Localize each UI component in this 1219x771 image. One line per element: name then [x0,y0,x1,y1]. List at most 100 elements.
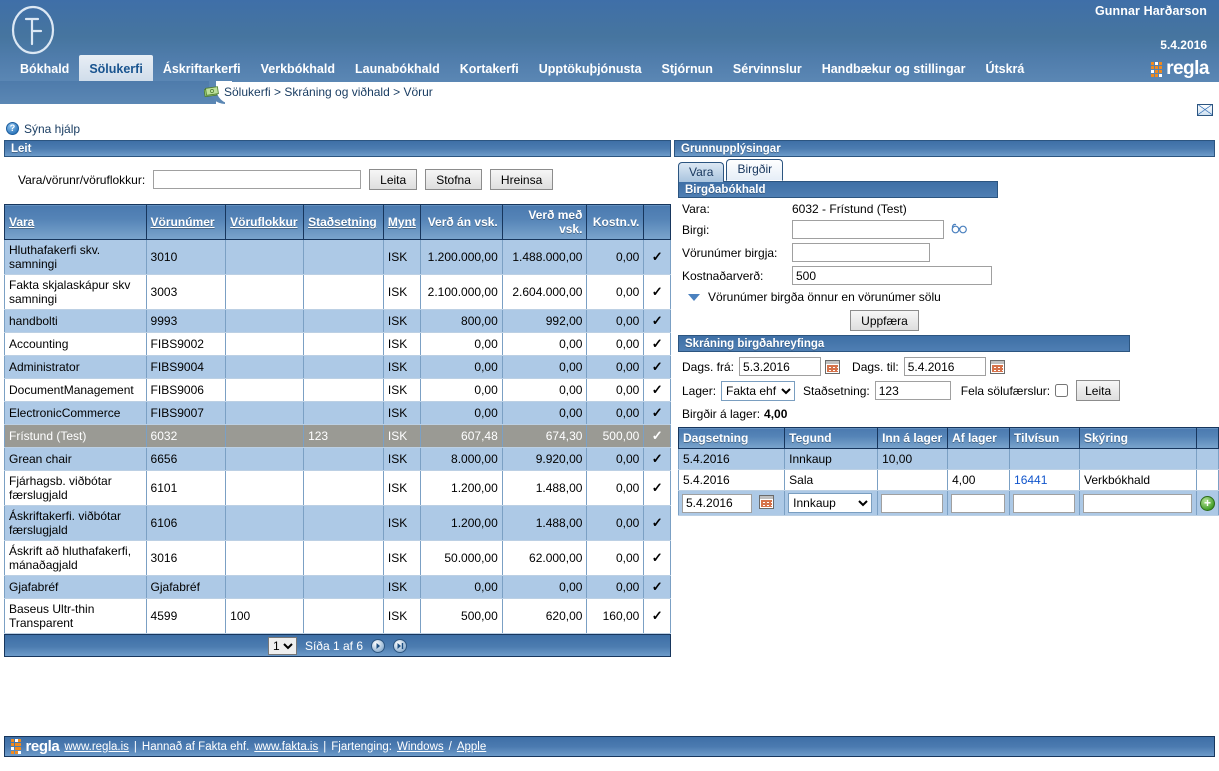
new-tilvisun-input[interactable] [1013,493,1076,513]
movements-search-button[interactable]: Leita [1076,380,1121,401]
new-type-select[interactable]: Innkaup [788,493,873,513]
cell-verd-an: 0,00 [419,378,503,402]
new-date-input[interactable] [682,493,752,513]
table-row[interactable]: Fakta skjalaskápur skv samningi 3003 ISK… [4,274,671,310]
hide-sales-checkbox[interactable] [1055,384,1069,397]
create-button[interactable]: Stofna [425,169,482,190]
next-page-icon[interactable] [371,638,386,653]
nav-item-handbaekur[interactable]: Handbækur og stillingar [812,55,976,82]
update-button[interactable]: Uppfæra [850,310,919,331]
cell-mynt: ISK [382,447,421,471]
cell-verd-med: 1.488.000,00 [501,239,588,275]
check-icon: ✓ [643,309,671,333]
birgi-label: Birgi: [682,222,710,237]
cell-tilvisun-link[interactable]: 16441 [1009,469,1080,491]
search-input[interactable] [153,170,362,189]
col-mynt[interactable]: Mynt [382,204,421,240]
expand-supplier-row[interactable]: Vörunúmer birgða önnur en vörunúmer sölu [682,290,1211,304]
search-button[interactable]: Leita [369,169,418,190]
search-section-title: Leit [4,140,671,157]
fakta-site-link[interactable]: www.fakta.is [254,741,318,753]
nav-item-upptokuthjonusta[interactable]: Upptökuþjónusta [529,55,652,82]
col-status [643,204,671,240]
cell-vara: DocumentManagement [4,378,147,402]
cell-vorunumer: FIBS9002 [145,332,227,356]
table-row[interactable]: Áskrift að hluthafakerfi, mánaðagjald 30… [4,540,671,576]
table-row[interactable]: Hluthafakerfi skv. samningi 3010 ISK 1.2… [4,239,671,275]
col-vorunumer[interactable]: Vörunúmer [145,204,227,240]
nav-item-stjornun[interactable]: Stjórnun [652,55,723,82]
table-row[interactable]: Grean chair 6656 ISK 8.000,00 9.920,00 0… [4,447,671,471]
clear-button[interactable]: Hreinsa [489,169,554,190]
table-row[interactable]: Baseus Ultr-thin Transparent 4599 100 IS… [4,598,671,634]
movements-grid-body: 5.4.2016 Innkaup 10,00 5.4.2016 Sala 4,0… [677,448,1219,516]
calendar-icon-new[interactable] [759,495,775,509]
cell-tegund: Sala [784,469,879,491]
detail-tabs: Vara Birgðir [674,159,1215,182]
table-row[interactable]: Fjárhagsb. viðbótar færslugjald 6101 ISK… [4,470,671,506]
chevron-down-icon[interactable] [688,293,700,301]
regla-site-link[interactable]: www.regla.is [64,741,129,753]
add-icon[interactable]: + [1199,495,1215,511]
cell-voruflokkur [225,378,305,402]
location-input[interactable] [874,381,951,400]
nav-item-kortakerfi[interactable]: Kortakerfi [450,55,529,82]
windows-remote-link[interactable]: Windows [397,741,444,753]
tab-vara[interactable]: Vara [678,162,725,182]
stock-row: Birgðir á lager: 4,00 [682,407,1211,421]
table-row[interactable]: Áskriftakerfi. viðbótar færslugjald 6106… [4,505,671,541]
cell-af [947,448,1011,470]
table-row[interactable]: ElectronicCommerce FIBS9007 ISK 0,00 0,0… [4,401,671,425]
nav-item-verkbokhald[interactable]: Verkbókhald [251,55,345,82]
birgi-row: Birgi: [682,220,1211,239]
birgi-input[interactable] [792,220,944,239]
table-row-selected[interactable]: Frístund (Test) 6032 123 ISK 607,48 674,… [4,424,671,448]
table-row[interactable]: handbolti 9993 ISK 800,00 992,00 0,00 ✓ [4,309,671,333]
remote-label: Fjartenging: [331,740,392,753]
nav-item-solukerfi[interactable]: Sölukerfi [79,55,153,82]
new-skyring-input[interactable] [1083,493,1192,513]
calendar-icon-to[interactable] [989,359,1005,374]
table-row[interactable]: 5.4.2016 Sala 4,00 16441 Verkbókhald [677,469,1219,491]
page-select[interactable]: 1 [267,636,297,655]
fakta-logo-icon [10,5,56,55]
col-tilvisun: Tilvísun [1009,427,1080,449]
table-row[interactable]: Administrator FIBS9004 ISK 0,00 0,00 0,0… [4,355,671,379]
lookup-glasses-icon[interactable] [951,222,968,237]
col-voruflokkur[interactable]: Vöruflokkur [225,204,305,240]
cell-vara: Grean chair [4,447,147,471]
new-inn-input[interactable] [881,493,944,513]
table-row[interactable]: Accounting FIBS9002 ISK 0,00 0,00 0,00 ✓ [4,332,671,356]
update-row: Uppfæra [678,310,1211,331]
warehouse-select[interactable]: Fakta ehf [721,380,796,401]
show-help-link[interactable]: Sýna hjálp [24,122,80,136]
calendar-icon-from[interactable] [825,359,841,374]
nav-item-askriftarkerfi[interactable]: Áskriftarkerfi [153,55,251,82]
movements-grid-header: Dagsetning Tegund Inn á lager Af lager T… [677,427,1219,449]
check-icon: ✓ [643,598,671,634]
table-row[interactable]: Gjafabréf Gjafabréf ISK 0,00 0,00 0,00 ✓ [4,575,671,599]
apple-remote-link[interactable]: Apple [457,741,486,753]
nav-item-bokhald[interactable]: Bókhald [10,55,79,82]
cell-verd-med: 0,00 [501,378,588,402]
new-af-input[interactable] [951,493,1006,513]
date-to-input[interactable] [903,357,986,376]
col-vara[interactable]: Vara [4,204,147,240]
supplier-number-input[interactable] [792,243,930,262]
nav-item-servinnslur[interactable]: Sérvinnslur [723,55,812,82]
cell-voruflokkur [225,505,305,541]
new-tilvisun-cell [1009,490,1080,516]
table-row[interactable]: 5.4.2016 Innkaup 10,00 [677,448,1219,470]
nav-item-launabokhald[interactable]: Launabókhald [345,55,450,82]
last-page-icon[interactable] [393,638,408,653]
cell-verd-an: 607,48 [419,424,503,448]
movements-section-title: Skráning birgðahreyfinga [678,335,1130,352]
col-stadsetning[interactable]: Staðsetning [303,204,384,240]
nav-item-utskra[interactable]: Útskrá [975,55,1034,82]
table-row[interactable]: DocumentManagement FIBS9006 ISK 0,00 0,0… [4,378,671,402]
user-name: Gunnar Harðarson [1094,4,1207,18]
date-from-input[interactable] [739,357,822,376]
cost-price-input[interactable] [792,266,992,285]
mail-icon[interactable] [1197,104,1213,116]
tab-birgdir[interactable]: Birgðir [726,159,784,181]
